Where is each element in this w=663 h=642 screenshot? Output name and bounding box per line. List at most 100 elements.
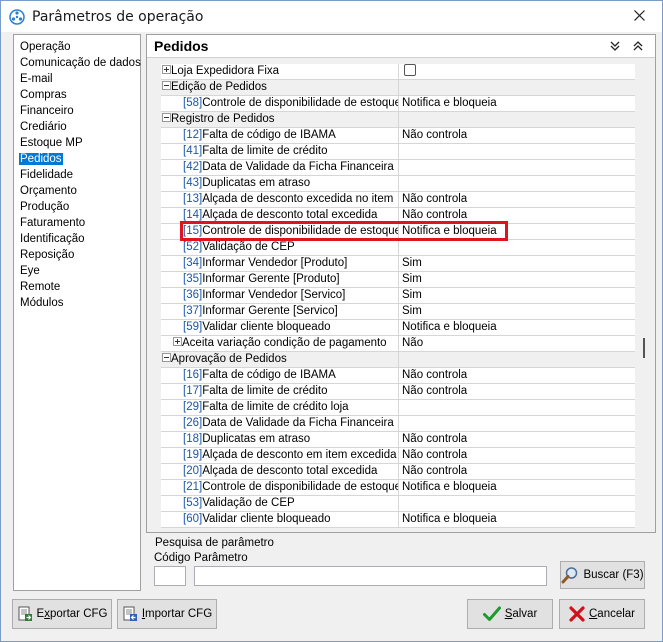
parameter-value[interactable]: Não controla [400,432,635,447]
sidebar-item[interactable]: Financeiro [14,103,140,119]
grid-row[interactable]: [21]Controle de disponibilidade de estoq… [161,480,635,496]
parameter-code: [60] [183,513,203,525]
sidebar-item[interactable]: Faturamento [14,215,140,231]
grid-row[interactable]: [60]Validar cliente bloqueado Notifica e … [161,512,635,528]
grid-row[interactable]: [13]Alçada de desconto excedida no item N… [161,192,635,208]
grid-category-row[interactable]: Edição de Pedidos [161,80,635,96]
grid-row[interactable]: [59]Validar cliente bloqueado Notifica e … [161,320,635,336]
scrollbar-thumb[interactable] [643,338,645,358]
parameter-value[interactable]: Notifica e bloqueia [400,512,635,527]
grid-row[interactable]: [53]Validação de CEP [161,496,635,512]
collapse-minus-icon[interactable] [162,81,171,91]
sidebar-item[interactable]: Fidelidade [14,167,140,183]
grid-row[interactable]: [34]Informar Vendedor [Produto] Sim [161,256,635,272]
grid-row[interactable]: Aceita variação condição de pagamento Não [161,336,635,352]
sidebar-item[interactable]: Comunicação de dados [14,55,141,71]
sidebar-item[interactable]: Produção [14,199,140,215]
sidebar-item[interactable]: Reposição [14,247,140,263]
vertical-scrollbar[interactable] [638,58,655,532]
close-icon [634,10,645,21]
sidebar-item[interactable]: Crediário [14,119,140,135]
parameter-value[interactable] [400,416,635,431]
grid-row[interactable]: [35]Informar Gerente [Produto] Sim [161,272,635,288]
grid-row[interactable]: [12]Falta de código de IBAMA Não controla [161,128,635,144]
grid-row[interactable]: [18]Duplicatas em atraso Não controla [161,432,635,448]
parameter-value[interactable] [400,400,635,415]
parameter-value[interactable]: Não controla [400,128,635,143]
sidebar-item-label: Financeiro [20,105,74,117]
collapse-minus-icon[interactable] [162,353,171,363]
grid-row[interactable]: [16]Falta de código de IBAMA Não controla [161,368,635,384]
parameter-label: Data de Validade da Ficha Financeira [202,417,394,429]
parameter-value[interactable]: Sim [400,288,635,303]
grid-row[interactable]: [26]Data de Validade da Ficha Financeira [161,416,635,432]
window-title: Parâmetros de operação [32,8,204,25]
parameter-value[interactable] [400,63,635,79]
expand-all-button[interactable] [631,39,645,53]
search-button[interactable]: Buscar (F3) [560,561,645,589]
save-button[interactable]: Salvar [467,599,553,629]
parameter-value[interactable]: Notifica e bloqueia [400,320,635,335]
parameter-value[interactable]: Sim [400,256,635,271]
checkbox[interactable] [404,63,416,76]
sidebar-item[interactable]: Compras [14,87,140,103]
parameter-value[interactable]: Não controla [400,192,635,207]
grid-row[interactable]: [19]Alçada de desconto em item excedida N… [161,448,635,464]
parameter-value[interactable]: Notifica e bloqueia [400,480,635,495]
sidebar-item[interactable]: Orçamento [14,183,140,199]
grid-row[interactable]: [20]Alçada de desconto total excedida Não… [161,464,635,480]
parameter-label: Validação de CEP [202,241,295,253]
sidebar-item[interactable]: Eye [14,263,140,279]
parameter-value[interactable]: Não controla [400,464,635,479]
parameter-value[interactable]: Não controla [400,448,635,463]
parameter-value[interactable]: Sim [400,272,635,287]
sidebar-item-label: Módulos [20,297,64,309]
parameter-value[interactable]: Não [400,336,635,351]
grid-row[interactable]: [17]Falta de limite de crédito Não contro… [161,384,635,400]
code-input[interactable] [154,566,186,586]
grid-category-row[interactable]: Registro de Pedidos [161,112,635,128]
parameter-value[interactable] [400,80,635,95]
sidebar-item[interactable]: Pedidos [14,151,140,167]
parameter-value[interactable] [400,160,635,175]
grid-row[interactable]: [42]Data de Validade da Ficha Financeira [161,160,635,176]
grid-row[interactable]: [37]Informar Gerente [Servico] Sim [161,304,635,320]
parameter-value[interactable] [400,176,635,191]
parameter-value[interactable]: Sim [400,304,635,319]
sidebar-item[interactable]: Operação [14,39,140,55]
collapse-all-button[interactable] [608,39,622,53]
parameter-value[interactable] [400,144,635,159]
expand-plus-icon[interactable] [162,65,171,75]
import-cfg-button[interactable]: Importar CFG [117,599,217,629]
grid-row[interactable]: [36]Informar Vendedor [Servico] Sim [161,288,635,304]
parameter-value[interactable] [400,496,635,511]
grid-row[interactable]: [29]Falta de limite de crédito loja [161,400,635,416]
parameter-value[interactable] [400,240,635,255]
panel-header: Pedidos [147,35,655,58]
sidebar-item[interactable]: E-mail [14,71,140,87]
parameter-value[interactable] [400,352,635,367]
parameter-value[interactable]: Notifica e bloqueia [400,96,635,111]
sidebar-item[interactable]: Remote [14,279,140,295]
grid-row[interactable]: [41]Falta de limite de crédito [161,144,635,160]
expand-plus-icon[interactable] [173,337,182,347]
property-grid[interactable]: Loja Expedidora Fixa Edição de Pedidos [58… [147,58,655,532]
grid-category-row[interactable]: Aprovação de Pedidos [161,352,635,368]
close-button[interactable] [617,1,662,30]
grid-row[interactable]: Loja Expedidora Fixa [161,63,635,80]
grid-row[interactable]: [43]Duplicatas em atraso [161,176,635,192]
parameter-value[interactable] [400,112,635,127]
collapse-minus-icon[interactable] [162,113,171,123]
cancel-button[interactable]: Cancelar [559,599,645,629]
import-cfg-label: Importar CFG [141,608,213,620]
sidebar-item[interactable]: Identificação [14,231,140,247]
parameter-value[interactable]: Não controla [400,368,635,383]
parameter-input[interactable] [194,566,547,586]
sidebar-item[interactable]: Estoque MP [14,135,140,151]
grid-row[interactable]: [52]Validação de CEP [161,240,635,256]
parameter-value[interactable]: Não controla [400,384,635,399]
export-cfg-button[interactable]: Exportar CFG [12,599,112,629]
category-list[interactable]: Operação Comunicação de dados E-mail Compra… [13,34,141,591]
sidebar-item[interactable]: Módulos [14,295,140,311]
grid-row[interactable]: [58]Controle de disponibilidade de estoq… [161,96,635,112]
